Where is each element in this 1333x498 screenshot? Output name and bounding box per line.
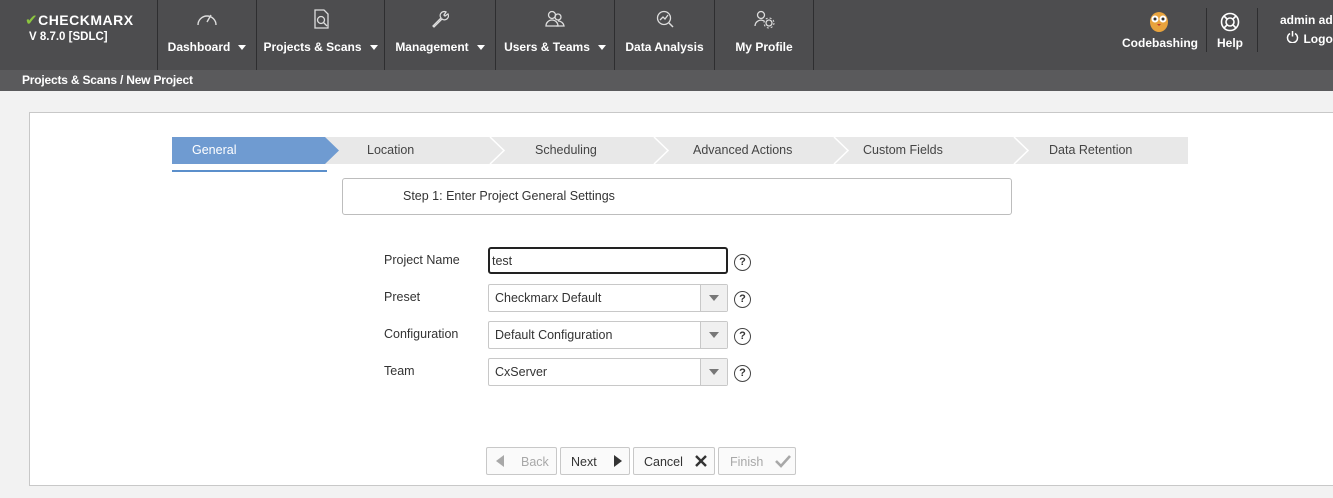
chevron-down-icon [476,45,485,51]
chevron-down-icon [597,45,606,51]
chevron-down-icon[interactable] [700,322,727,348]
nav-projects-scans-label: Projects & Scans [263,40,362,54]
nav-data-analysis-label: Data Analysis [625,40,704,54]
preset-help-icon[interactable]: ? [734,291,751,308]
back-button-label: Back [521,455,549,469]
configuration-label: Configuration [384,327,459,341]
breadcrumb: Projects & Scans / New Project [0,70,1333,91]
version-label: V 8.7.0 [SDLC] [29,31,108,43]
configuration-help-icon[interactable]: ? [734,328,751,345]
arrow-left-icon [496,455,504,467]
team-select[interactable]: CxServer [488,358,728,386]
team-value: CxServer [495,365,548,379]
project-name-input[interactable] [488,247,728,274]
nav-my-profile[interactable]: My Profile [714,0,814,70]
chevron-down-icon [238,45,247,51]
active-step-underline [172,170,327,172]
team-label: Team [384,364,415,378]
nav-users-teams[interactable]: Users & Teams [495,0,614,70]
username-label: admin adm [1280,13,1333,27]
users-icon [496,8,614,30]
wizard-background [172,137,1188,164]
wizard-step-custom-fields[interactable]: Custom Fields [863,137,943,164]
configuration-select[interactable]: Default Configuration [488,321,728,349]
project-name-label: Project Name [384,253,460,267]
nav-my-profile-label: My Profile [735,40,793,54]
top-navigation-bar: ✔CHECKMARX V 8.7.0 [SDLC] Dashboard Proj… [0,0,1333,70]
gauge-icon [158,8,256,30]
nav-dashboard-label: Dashboard [167,40,231,54]
nav-users-teams-label: Users & Teams [504,40,590,54]
back-button[interactable]: Back [486,447,557,475]
new-project-panel: General Location Scheduling Advanced Act… [29,112,1333,486]
logout-link[interactable]: Logou [1286,30,1333,48]
team-help-icon[interactable]: ? [734,365,751,382]
wrench-icon [385,8,495,30]
step-title: Step 1: Enter Project General Settings [342,178,1012,215]
cancel-button-label: Cancel [644,455,683,469]
owl-avatar-icon [1148,9,1170,33]
wizard-step-location[interactable]: Location [367,137,414,164]
preset-value: Checkmarx Default [495,291,602,305]
chevron-down-icon[interactable] [700,359,727,385]
wizard-step-advanced-actions[interactable]: Advanced Actions [693,137,792,164]
chart-search-icon [615,8,714,30]
configuration-value: Default Configuration [495,328,613,342]
nav-dashboard[interactable]: Dashboard [157,0,256,70]
cancel-button[interactable]: Cancel [633,447,715,475]
checkmarx-logo[interactable]: ✔CHECKMARX [25,11,134,29]
codebashing-label: Codebashing [1122,36,1199,50]
finish-button-label: Finish [730,455,764,469]
close-icon [695,455,707,467]
nav-codebashing[interactable]: Codebashing [1122,0,1199,70]
nav-divider [1257,8,1258,52]
nav-help[interactable]: Help [1210,0,1250,70]
next-button[interactable]: Next [560,447,630,475]
nav-management[interactable]: Management [384,0,495,70]
document-search-icon [257,8,384,30]
wizard-step-data-retention[interactable]: Data Retention [1049,137,1132,164]
user-menu[interactable]: admin adm Logou [1270,0,1333,70]
wizard-step-scheduling[interactable]: Scheduling [535,137,597,164]
project-name-help-icon[interactable]: ? [734,254,751,271]
nav-data-analysis[interactable]: Data Analysis [614,0,714,70]
logout-label: Logou [1303,32,1333,46]
next-button-label: Next [571,455,597,469]
help-label: Help [1216,36,1243,50]
checkmark-icon [775,455,791,468]
chevron-down-icon [369,45,378,51]
wizard-step-general[interactable]: General [192,137,236,164]
lifebuoy-icon [1220,12,1240,32]
chevron-down-icon[interactable] [700,285,727,311]
wizard-steps: General Location Scheduling Advanced Act… [172,137,1188,164]
preset-select[interactable]: Checkmarx Default [488,284,728,312]
finish-button[interactable]: Finish [718,447,796,475]
nav-divider [1206,8,1207,52]
nav-management-label: Management [395,40,469,54]
preset-label: Preset [384,290,421,304]
nav-projects-scans[interactable]: Projects & Scans [256,0,384,70]
arrow-right-icon [614,455,622,467]
user-gear-icon [715,8,813,30]
logo-text: CHECKMARX [38,12,134,28]
power-icon [1286,30,1299,48]
brand: ✔CHECKMARX V 8.7.0 [SDLC] [0,0,157,70]
